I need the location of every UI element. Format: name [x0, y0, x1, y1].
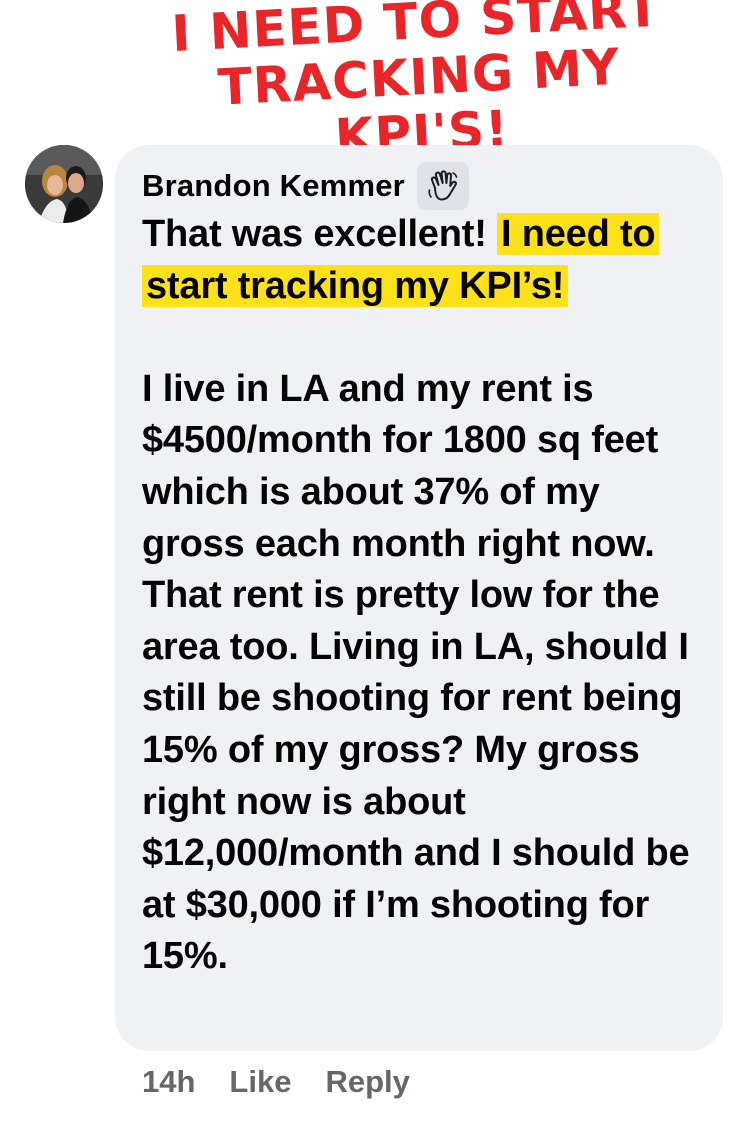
comment-first-paragraph: That was excellent! I need to start trac…	[142, 209, 701, 312]
waving-hand-icon	[416, 162, 469, 210]
comment-body: I live in LA and my rent is $4500/month …	[142, 367, 690, 978]
avatar-photo	[25, 145, 103, 223]
comment-intro: That was excellent!	[142, 213, 498, 255]
reply-button[interactable]: Reply	[325, 1064, 409, 1100]
comment-header: Brandon Kemmer	[142, 162, 701, 210]
comment-actions: 14h Like Reply	[142, 1064, 410, 1100]
avatar[interactable]	[25, 145, 103, 223]
timestamp[interactable]: 14h	[142, 1064, 195, 1100]
comment-text: That was excellent! I need to start trac…	[142, 209, 701, 983]
like-button[interactable]: Like	[229, 1064, 291, 1100]
comment-bubble: Brandon Kemmer That was excellent! I nee…	[115, 145, 723, 1051]
author-name[interactable]: Brandon Kemmer	[142, 168, 405, 204]
